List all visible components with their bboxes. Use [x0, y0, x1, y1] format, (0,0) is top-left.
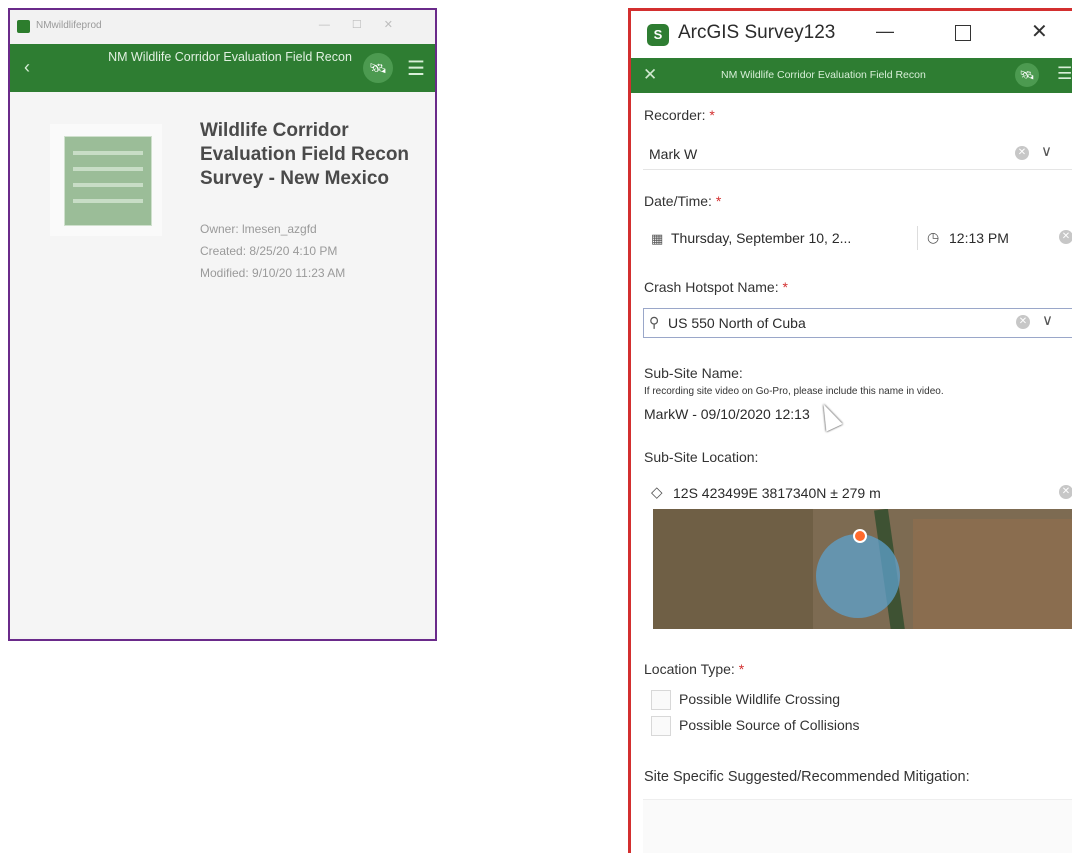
gps-satellite-icon[interactable]: 🛰 — [1015, 63, 1039, 87]
location-marker-icon — [853, 529, 867, 543]
left-window-titlebar: NMwildlifeprod —☐✕ — [10, 10, 435, 44]
hotspot-label: Crash Hotspot Name: * — [644, 279, 788, 295]
left-app-window: NMwildlifeprod —☐✕ ‹ NM Wildlife Corrido… — [8, 8, 437, 641]
date-value[interactable]: Thursday, September 10, 2... — [671, 230, 851, 246]
survey123-logo-icon: S — [647, 24, 669, 46]
subsite-location-field[interactable]: ◇ 12S 423499E 3817340N ± 279 m ✕ — [643, 478, 1072, 508]
right-app-window: S ArcGIS Survey123 — ✕ ✕ NM Wildlife Cor… — [628, 8, 1072, 853]
chevron-down-icon[interactable]: ∨ — [1042, 311, 1053, 329]
form-header: ✕ NM Wildlife Corridor Evaluation Field … — [631, 58, 1072, 93]
location-type-label: Location Type: * — [644, 661, 745, 677]
survey-header-title: NM Wildlife Corridor Evaluation Field Re… — [108, 50, 352, 64]
search-icon: ⚲ — [649, 314, 660, 330]
mitigation-label: Site Specific Suggested/Recommended Miti… — [644, 769, 970, 785]
calendar-icon[interactable]: ▦ — [651, 231, 663, 247]
menu-icon[interactable]: ☰ — [1057, 64, 1072, 84]
option-wildlife-crossing[interactable]: Possible Wildlife Crossing — [679, 691, 840, 707]
maximize-button[interactable] — [955, 25, 971, 41]
survey-created: Created: 8/25/20 4:10 PM — [200, 244, 338, 258]
window-title: NMwildlifeprod — [36, 20, 102, 31]
location-map[interactable] — [653, 509, 1072, 629]
recorder-field[interactable]: Mark W ✕ ∨ — [643, 139, 1072, 170]
clear-icon[interactable]: ✕ — [1016, 315, 1030, 329]
location-value: 12S 423499E 3817340N ± 279 m — [673, 485, 881, 501]
location-pin-icon[interactable]: ◇ — [651, 483, 663, 501]
option-source-of-collisions[interactable]: Possible Source of Collisions — [679, 717, 860, 733]
mitigation-textarea[interactable] — [643, 799, 1072, 853]
survey-owner: Owner: lmesen_azgfd — [200, 222, 317, 236]
clear-icon[interactable]: ✕ — [1059, 230, 1072, 244]
form-icon — [64, 136, 152, 226]
close-form-icon[interactable]: ✕ — [643, 65, 657, 85]
checkbox-wildlife-crossing[interactable] — [651, 690, 671, 710]
back-icon[interactable]: ‹ — [24, 57, 30, 78]
close-window-button[interactable]: ✕ — [1031, 19, 1048, 44]
survey-title[interactable]: Wildlife Corridor Evaluation Field Recon… — [200, 119, 430, 191]
app-title: ArcGIS Survey123 — [678, 22, 836, 43]
datetime-label: Date/Time: * — [644, 193, 722, 209]
clear-icon[interactable]: ✕ — [1059, 485, 1072, 499]
form-header-title: NM Wildlife Corridor Evaluation Field Re… — [721, 69, 926, 81]
survey-modified: Modified: 9/10/20 11:23 AM — [200, 266, 346, 280]
time-value[interactable]: 12:13 PM — [949, 230, 1009, 246]
app-icon — [17, 20, 30, 33]
right-window-titlebar: S ArcGIS Survey123 — ✕ — [631, 11, 1072, 58]
survey-gallery: Wildlife Corridor Evaluation Field Recon… — [10, 92, 435, 637]
left-app-header: ‹ NM Wildlife Corridor Evaluation Field … — [10, 44, 435, 92]
clock-icon[interactable]: ◷ — [927, 229, 939, 246]
subsite-name-value[interactable]: MarkW - 09/10/2020 12:13 — [644, 406, 810, 422]
survey-thumbnail[interactable] — [50, 124, 162, 236]
subsite-name-label: Sub-Site Name: — [644, 365, 743, 381]
recorder-label: Recorder: * — [644, 107, 715, 123]
checkbox-source-of-collisions[interactable] — [651, 716, 671, 736]
gps-satellite-icon[interactable]: 🛰 — [363, 53, 393, 83]
chevron-down-icon[interactable]: ∨ — [1041, 142, 1052, 160]
datetime-field[interactable]: ▦ Thursday, September 10, 2... ◷ 12:13 P… — [643, 223, 1072, 253]
subsite-name-hint: If recording site video on Go-Pro, pleas… — [644, 386, 944, 397]
window-controls[interactable]: —☐✕ — [319, 18, 415, 31]
accuracy-circle — [816, 534, 900, 618]
clear-icon[interactable]: ✕ — [1015, 146, 1029, 160]
menu-icon[interactable]: ☰ — [407, 56, 425, 81]
subsite-location-label: Sub-Site Location: — [644, 449, 759, 465]
hotspot-value[interactable]: US 550 North of Cuba — [668, 315, 806, 331]
hotspot-search-field[interactable]: ⚲ US 550 North of Cuba ✕ ∨ — [643, 308, 1072, 338]
recorder-value: Mark W — [649, 146, 698, 162]
minimize-button[interactable]: — — [876, 21, 894, 42]
